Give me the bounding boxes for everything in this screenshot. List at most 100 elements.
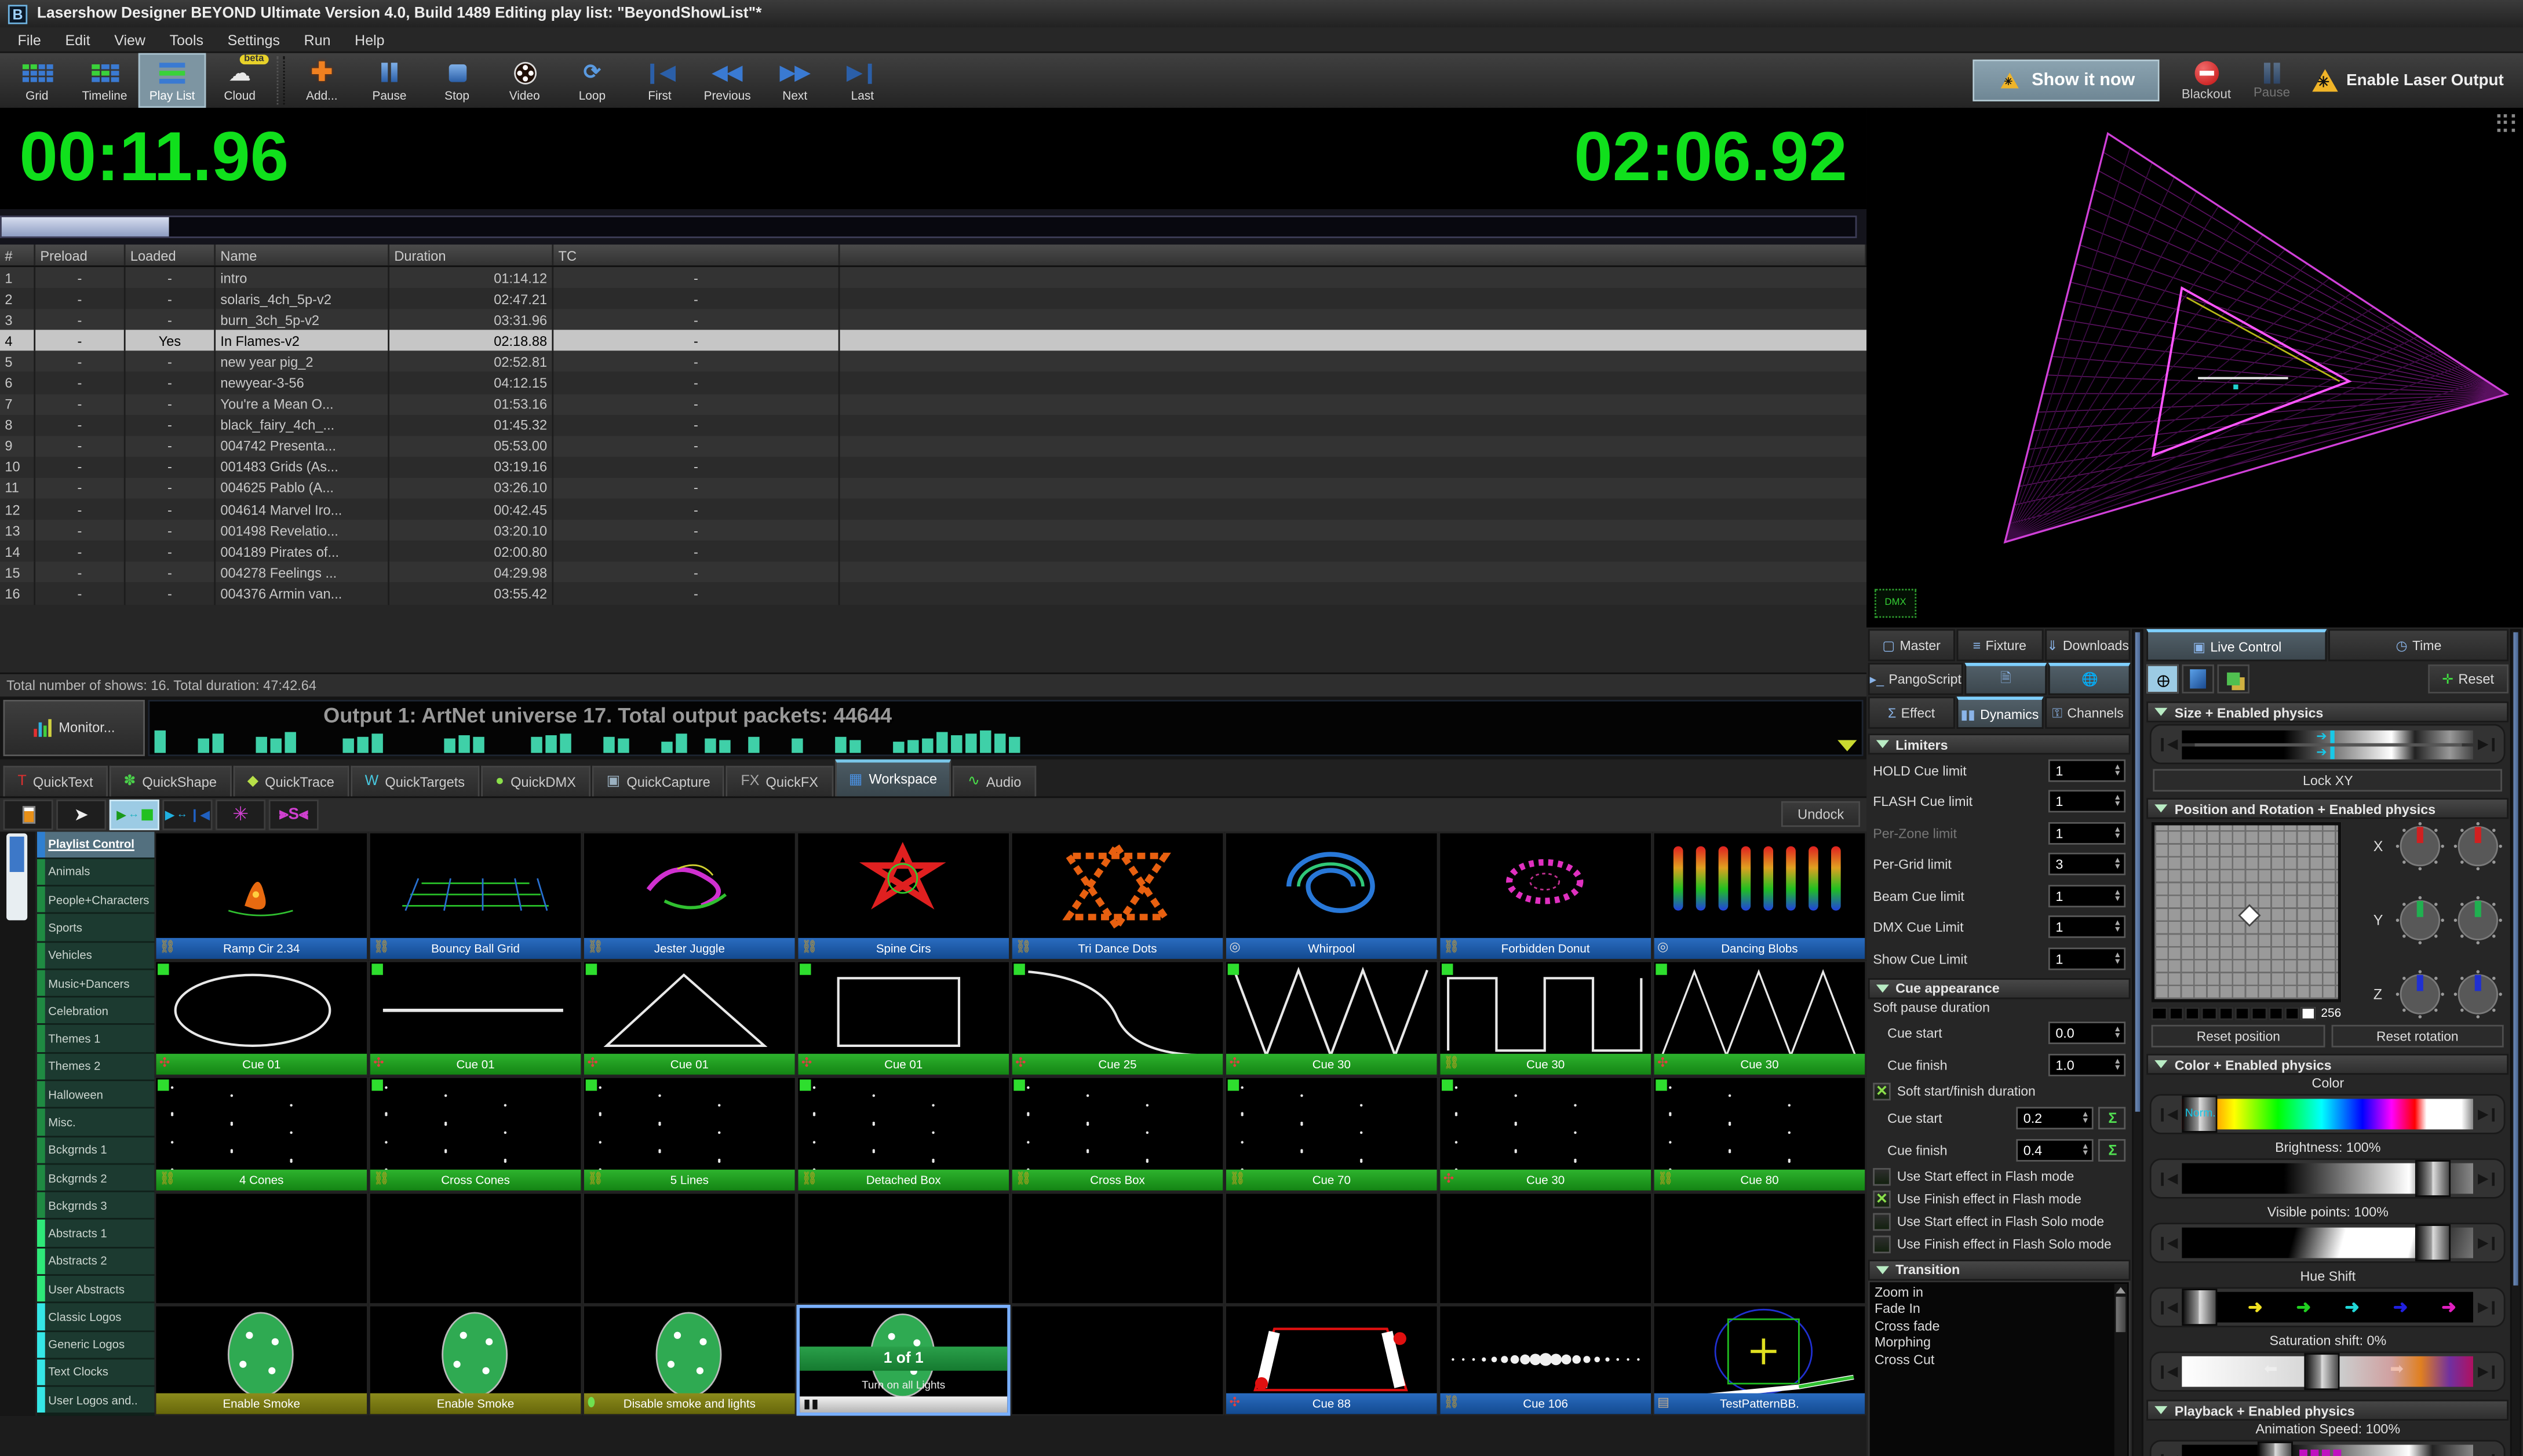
cue-cell-empty[interactable] xyxy=(1011,1304,1224,1415)
slider-max-button[interactable]: ▶❙ xyxy=(2476,1300,2500,1315)
section-header[interactable]: Limiters xyxy=(1868,734,2131,754)
tab-quickcapture[interactable]: ▣QuickCapture xyxy=(592,765,725,795)
cue-cell-empty[interactable] xyxy=(1438,1191,1652,1304)
spinner-arrows[interactable]: ▲▼ xyxy=(2113,856,2121,873)
rotation-knob[interactable] xyxy=(2396,970,2444,1018)
playlist-row[interactable]: 6--newyear-3-5604:12.15- xyxy=(0,373,1866,393)
laser-preview[interactable]: DMX xyxy=(1866,108,2523,627)
toolbar-previous-button[interactable]: ◀◀Previous xyxy=(694,53,761,108)
toolbar-first-button[interactable]: ❙◀First xyxy=(626,53,694,108)
rotation-knob[interactable] xyxy=(2454,970,2502,1018)
tab-master[interactable]: ▢Master xyxy=(1868,629,1955,662)
show-it-now-button[interactable]: ✳ Show it now xyxy=(1972,60,2159,101)
tab-quickdmx[interactable]: ●QuickDMX xyxy=(481,765,590,795)
category-playlist-control[interactable]: Playlist Control xyxy=(37,831,155,857)
cue-cell-cue-30[interactable]: ⛓Cue 30 xyxy=(1438,959,1652,1075)
cue-cell-empty[interactable] xyxy=(155,1191,369,1304)
toolbar-video-button[interactable]: Video xyxy=(491,53,559,108)
layers-view-button[interactable] xyxy=(2218,665,2251,694)
tab-quicktargets[interactable]: WQuickTargets xyxy=(351,765,479,795)
transition-scrollbar[interactable] xyxy=(2115,1283,2128,1456)
playback-progress[interactable] xyxy=(0,209,1866,245)
toolbar-add-button[interactable]: ✚Add... xyxy=(288,53,356,108)
cue-cell-empty[interactable] xyxy=(1224,1191,1438,1304)
cue-cell-4-cones[interactable]: ⛓4 Cones xyxy=(155,1075,369,1191)
slider-min-button[interactable]: ❙◀ xyxy=(2155,1300,2179,1315)
tool-mug-button[interactable] xyxy=(3,799,53,830)
category-bckgrnds-1[interactable]: Bckgrnds 1 xyxy=(37,1137,155,1163)
section-header[interactable]: Position and Rotation + Enabled physics xyxy=(2148,798,2509,819)
tab-channels[interactable]: ⚿Channels xyxy=(2044,696,2131,729)
section-header[interactable]: Cue appearance xyxy=(1868,977,2131,998)
spinner-arrows[interactable]: ▲▼ xyxy=(2113,919,2121,935)
spinner-arrows[interactable]: ▲▼ xyxy=(2113,1057,2121,1073)
toolbar-timeline-button[interactable]: Timeline xyxy=(71,53,138,108)
category-celebration[interactable]: Celebration xyxy=(37,998,155,1024)
slider-min-button[interactable]: ❙◀ xyxy=(2155,1107,2179,1121)
column-header[interactable]: # xyxy=(0,245,35,265)
spin-input[interactable]: 0.0▲▼ xyxy=(2049,1022,2126,1045)
cue-cell-5-lines[interactable]: ⛓5 Lines xyxy=(582,1075,796,1191)
spin-input[interactable]: 1▲▼ xyxy=(2049,759,2126,782)
tab-time[interactable]: ◷Time xyxy=(2329,629,2509,662)
category-halloween[interactable]: Halloween xyxy=(37,1081,155,1107)
slider-min-button[interactable]: ❙◀ xyxy=(2155,1236,2179,1250)
tool-sarrows-button[interactable]: ⫸S⫷ xyxy=(269,799,319,830)
toolbar-last-button[interactable]: ▶❙Last xyxy=(829,53,896,108)
slider-handle[interactable] xyxy=(2415,1160,2451,1197)
spin-input[interactable]: 1▲▼ xyxy=(2049,916,2126,939)
spinner-arrows[interactable]: ▲▼ xyxy=(2113,762,2121,779)
spin-input[interactable]: 0.4▲▼ xyxy=(2017,1138,2094,1161)
playlist-row[interactable]: 1--intro01:14.12- xyxy=(0,267,1866,288)
slider-max-button[interactable]: ▶❙ xyxy=(2476,737,2500,751)
playlist-row[interactable]: 12--004614 Marvel Iro...00:42.45- xyxy=(0,499,1866,520)
right-panel-scrollbar[interactable] xyxy=(2510,629,2521,1456)
playlist-row[interactable]: 4-YesIn Flames-v202:18.88- xyxy=(0,330,1866,351)
category-themes-1[interactable]: Themes 1 xyxy=(37,1026,155,1052)
tab-downloads[interactable]: ⇓Downloads xyxy=(2044,629,2131,662)
globe-view-button[interactable]: 🜨 xyxy=(2148,665,2180,694)
slider-handle[interactable] xyxy=(2183,1289,2218,1326)
rotation-knob[interactable] xyxy=(2396,822,2444,870)
tab-effect[interactable]: ΣEffect xyxy=(1868,696,1955,729)
playlist-row[interactable]: 3--burn_3ch_5p-v203:31.96- xyxy=(0,309,1866,330)
category-sports[interactable]: Sports xyxy=(37,914,155,940)
spin-input[interactable]: 1▲▼ xyxy=(2049,885,2126,907)
flash-mode-checkbox-row[interactable]: Use Start effect in Flash Solo mode xyxy=(1868,1211,2131,1234)
spin-input[interactable]: 1.0▲▼ xyxy=(2049,1053,2126,1076)
tab-quickfx[interactable]: FXQuickFX xyxy=(726,765,833,795)
section-header[interactable]: Color + Enabled physics xyxy=(2148,1054,2509,1075)
flash-mode-checkbox-row[interactable]: ✕Use Finish effect in Flash mode xyxy=(1868,1188,2131,1211)
spin-input[interactable]: 3▲▼ xyxy=(2049,853,2126,875)
playlist-row[interactable]: 10--001483 Grids (As...03:19.16- xyxy=(0,457,1866,477)
menu-settings[interactable]: Settings xyxy=(216,30,291,49)
spinner-arrows[interactable]: ▲▼ xyxy=(2113,888,2121,904)
menu-view[interactable]: View xyxy=(103,30,157,49)
column-header[interactable]: Preload xyxy=(35,245,126,265)
cue-cell-dancing-blobs[interactable]: ◎Dancing Blobs xyxy=(1653,831,1866,959)
category-vehicles[interactable]: Vehicles xyxy=(37,942,155,968)
size-slider[interactable]: ❙◀➔❚➔❚▶❙ xyxy=(2150,724,2505,764)
slider-max-button[interactable]: ▶❙ xyxy=(2476,1364,2500,1379)
cue-cell-cue-30[interactable]: ✣Cue 30 xyxy=(1438,1075,1652,1191)
tool-cursor-button[interactable]: ➤ xyxy=(56,799,106,830)
cue-cell-empty[interactable] xyxy=(369,1191,582,1304)
cue-cell-cue-30[interactable]: ✣Cue 30 xyxy=(1653,959,1866,1075)
position-pad[interactable] xyxy=(2152,822,2341,1002)
transition-item[interactable]: Zoom in xyxy=(1875,1283,2125,1300)
cue-cell-forbidden-donut[interactable]: ⛓Forbidden Donut xyxy=(1438,831,1652,959)
category-text-clocks[interactable]: Text Clocks xyxy=(37,1359,155,1385)
cue-cell-cue-01[interactable]: ✣Cue 01 xyxy=(582,959,796,1075)
cue-cell-empty[interactable] xyxy=(797,1191,1011,1304)
spinner-arrows[interactable]: ▲▼ xyxy=(2081,1142,2090,1158)
toolbar-loop-button[interactable]: ⟳Loop xyxy=(559,53,626,108)
cue-cell-whirpool[interactable]: ◎Whirpool xyxy=(1224,831,1438,959)
tab-icon[interactable]: 🌐 xyxy=(2049,663,2131,695)
playlist-row[interactable]: 7--You're a Mean O...01:53.16- xyxy=(0,393,1866,414)
category-abstracts-2[interactable]: Abstracts 2 xyxy=(37,1248,155,1274)
rotation-knob[interactable] xyxy=(2454,896,2502,944)
slider-min-button[interactable]: ❙◀ xyxy=(2155,1364,2179,1379)
cue-cell-empty[interactable] xyxy=(582,1191,796,1304)
page-indicator[interactable] xyxy=(6,833,27,919)
tab-dynamics[interactable]: ▮▮Dynamics xyxy=(1956,696,2043,729)
